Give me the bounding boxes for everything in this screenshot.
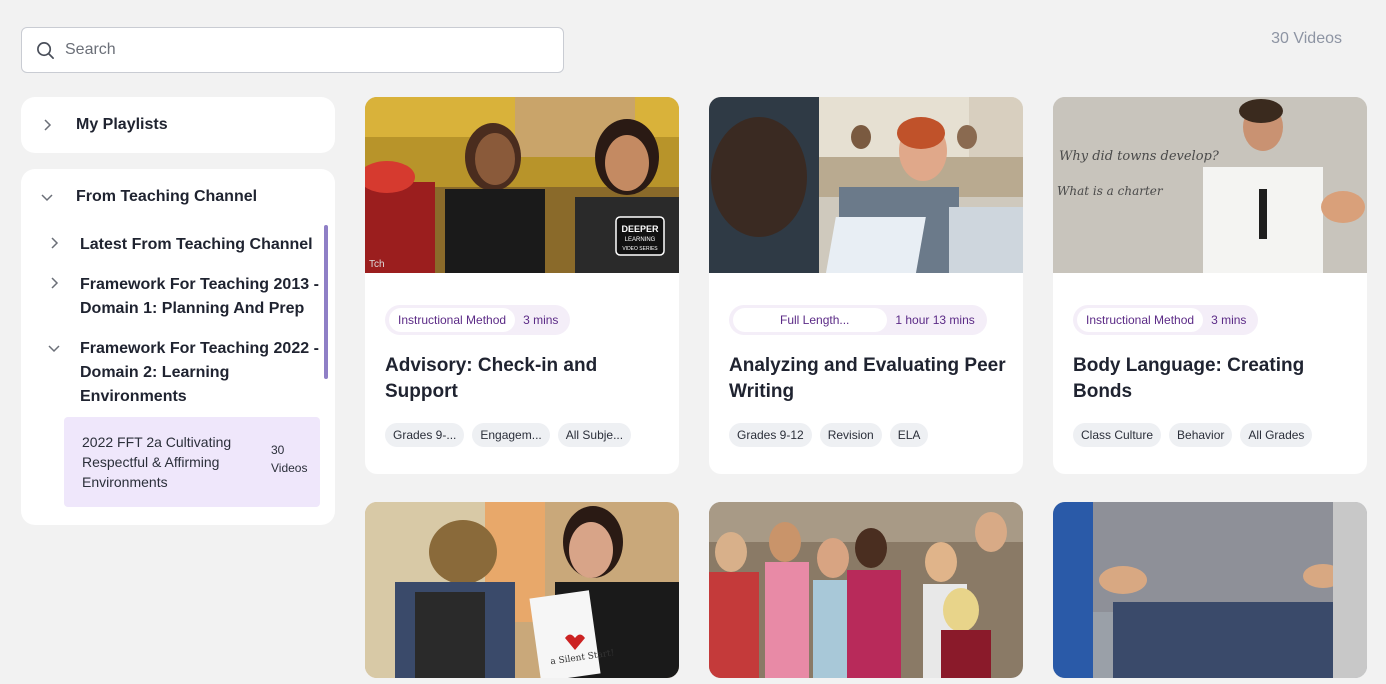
tag[interactable]: ELA [889,423,929,447]
board-text: Why did towns develop? [1059,149,1220,164]
video-title[interactable]: Advisory: Check-in and Support [385,353,665,405]
chevron-down-icon[interactable] [41,191,53,203]
video-thumbnail[interactable] [1053,502,1367,678]
video-title[interactable]: Body Language: Creating Bonds [1073,353,1353,405]
video-card[interactable]: Full Length... 1 hour 13 mins Analyzing … [709,97,1023,474]
sidebar-item-latest[interactable]: Latest From Teaching Channel [80,233,320,257]
video-type: Instructional Method [1077,308,1204,332]
video-card[interactable]: Why did towns develop? What is a charter… [1053,97,1367,474]
chevron-right-icon[interactable] [48,277,60,289]
search-bar[interactable] [21,27,564,73]
sidebar-item-fft-2022[interactable]: Framework For Teaching 2022 - Domain 2: … [80,337,320,409]
video-thumbnail[interactable] [709,97,1023,273]
video-thumbnail[interactable]: a Silent Start! [365,502,679,678]
chevron-right-icon[interactable] [48,237,60,249]
tag-list: Grades 9-12 Revision ELA [729,423,929,447]
video-type: Full Length... [733,308,888,332]
sidebar-scrollbar[interactable] [324,225,328,379]
video-title[interactable]: Analyzing and Evaluating Peer Writing [729,353,1009,405]
teaching-channel-panel: From Teaching Channel Latest From Teachi… [21,169,335,525]
tag[interactable]: Class Culture [1073,423,1162,447]
svg-text:LEARNING: LEARNING [625,237,656,243]
tag[interactable]: Grades 9-12 [729,423,812,447]
tag[interactable]: Engagem... [472,423,550,447]
video-meta-pill: Full Length... 1 hour 13 mins [729,305,987,335]
active-playlist-count: 30 Videos [271,443,308,475]
video-card[interactable]: a Silent Start! [365,502,679,678]
chevron-down-icon[interactable] [48,342,60,354]
tag[interactable]: Behavior [1169,423,1233,447]
svg-text:VIDEO SERIES: VIDEO SERIES [622,246,658,252]
video-duration: 3 mins [1211,313,1247,327]
video-thumbnail[interactable]: Why did towns develop? What is a charter [1053,97,1367,273]
chevron-right-icon[interactable] [41,119,53,131]
tag[interactable]: All Subje... [557,423,632,447]
video-meta-pill: Instructional Method 3 mins [1073,305,1259,335]
tag[interactable]: Grades 9-... [385,423,465,447]
tag-list: Grades 9-... Engagem... All Subje... [385,423,632,447]
video-card[interactable] [709,502,1023,678]
watermark: Tch [369,259,385,270]
search-input[interactable] [65,41,525,59]
video-card[interactable] [1053,502,1367,678]
tag[interactable]: All Grades [1240,423,1313,447]
tag[interactable]: Revision [819,423,882,447]
video-duration: 3 mins [523,313,559,327]
my-playlists-label[interactable]: My Playlists [76,116,168,134]
video-meta-pill: Instructional Method 3 mins [385,305,571,335]
video-thumbnail[interactable] [709,502,1023,678]
video-type: Instructional Method [389,308,516,332]
sidebar-item-fft-2013[interactable]: Framework For Teaching 2013 - Domain 1: … [80,273,320,321]
badge-text: DEEPER [621,224,659,234]
video-card[interactable]: DEEPER LEARNING VIDEO SERIES Tch Instruc… [365,97,679,474]
video-count: 30 Videos [1271,30,1342,47]
search-icon [37,41,54,59]
active-playlist-label: 2022 FFT 2a Cultivating Respectful & Aff… [82,434,232,490]
video-duration: 1 hour 13 mins [895,313,975,327]
my-playlists-panel[interactable]: My Playlists [21,97,335,153]
board-text: What is a charter [1057,184,1164,198]
teaching-channel-label[interactable]: From Teaching Channel [76,188,257,206]
sidebar-item-active-playlist[interactable]: 2022 FFT 2a Cultivating Respectful & Aff… [64,417,320,507]
tag-list: Class Culture Behavior All Grades [1073,423,1313,447]
video-thumbnail[interactable]: DEEPER LEARNING VIDEO SERIES Tch [365,97,679,273]
